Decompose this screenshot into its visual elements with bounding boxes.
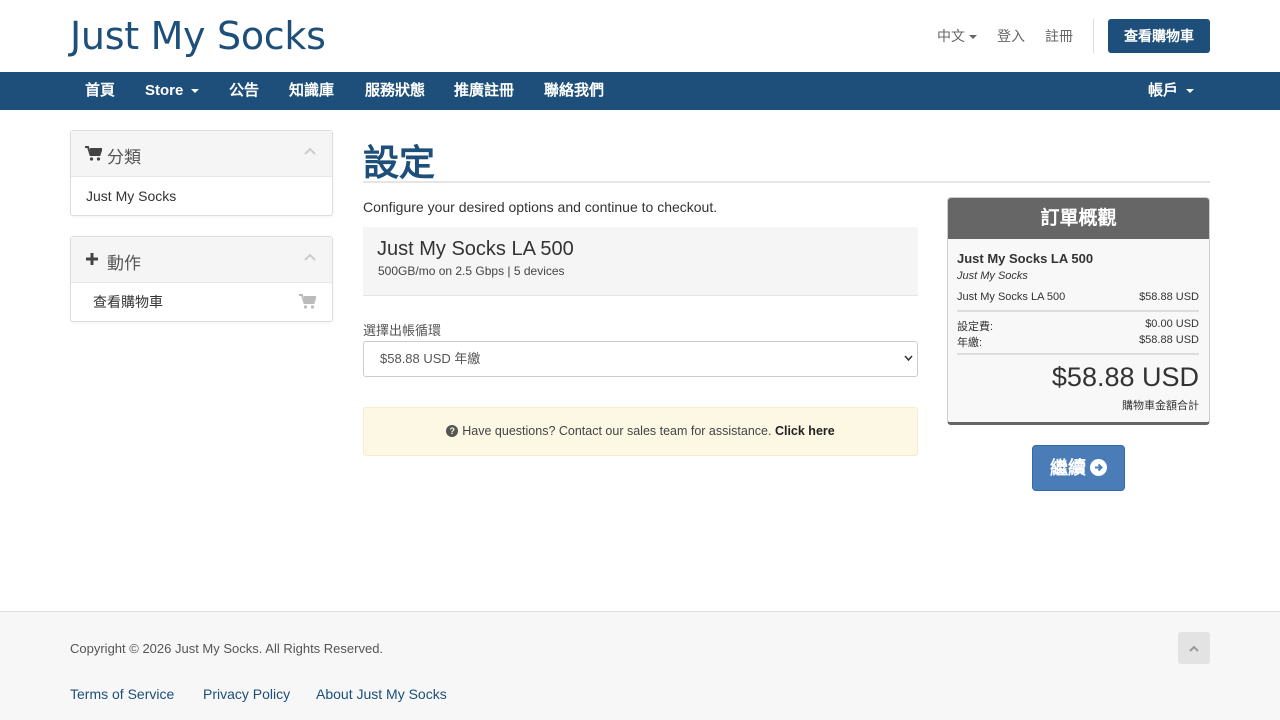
nav-store-label: Store [145, 82, 184, 99]
divider [1093, 19, 1094, 53]
nav-home[interactable]: 首頁 [85, 72, 115, 110]
order-summary-title: 訂單概觀 [948, 198, 1209, 239]
nav-knowledgebase[interactable]: 知識庫 [289, 72, 334, 110]
caret-down-icon [191, 89, 200, 94]
billing-cycle-value: $58.88 USD 年繳 [380, 351, 481, 366]
contact-sales-link[interactable]: Click here [775, 424, 835, 438]
back-to-top-button[interactable] [1178, 632, 1210, 664]
product-name: Just My Socks LA 500 [377, 238, 574, 260]
categories-panel: 分類 Just My Socks [70, 130, 333, 216]
summary-divider [957, 310, 1199, 312]
intro-text: Configure your desired options and conti… [363, 199, 718, 215]
billing-cycle-label: 選擇出帳循環 [363, 323, 442, 338]
view-cart-button[interactable]: 查看購物車 [1108, 19, 1210, 53]
chevron-up-icon[interactable] [304, 147, 316, 155]
sales-notice: ? Have questions? Contact our sales team … [363, 407, 918, 456]
header: Just My Socks 中文 登入 註冊 查看購物車 [0, 0, 1280, 72]
line-item-label: Just My Socks LA 500 [957, 291, 1066, 303]
language-label: 中文 [937, 28, 965, 44]
about-link[interactable]: About Just My Socks [316, 686, 447, 702]
annual-label: 年繳: [957, 337, 983, 349]
setup-fee-label: 設定費: [957, 321, 994, 333]
notice-text: Have questions? Contact our sales team f… [462, 424, 772, 438]
summary-product-group: Just My Socks [957, 270, 1028, 282]
title-divider [363, 181, 1210, 183]
actions-panel-header[interactable]: 動作 [71, 237, 332, 283]
nav-affiliates[interactable]: 推廣註冊 [454, 72, 514, 110]
chevron-up-icon [1189, 645, 1199, 652]
footer: Copyright © 2026 Just My Socks. All Righ… [0, 611, 1280, 720]
chevron-down-icon [904, 355, 913, 362]
summary-setup-fee: 設定費: $0.00 USD [957, 318, 1199, 334]
summary-total-label: 購物車金額合計 [1122, 400, 1199, 412]
actions-panel: 動作 查看購物車 [70, 236, 333, 322]
nav-contact[interactable]: 聯絡我們 [544, 72, 604, 110]
register-link[interactable]: 註冊 [1045, 26, 1073, 46]
categories-panel-title: 分類 [107, 148, 141, 167]
copyright-text: Copyright © 2026 Just My Socks. All Righ… [70, 641, 384, 656]
chevron-up-icon[interactable] [304, 253, 316, 261]
shopping-cart-icon [85, 146, 102, 161]
top-links: 中文 登入 註冊 查看購物車 [937, 19, 1210, 53]
continue-button[interactable]: 繼續 [1032, 445, 1125, 491]
actions-panel-title: 動作 [107, 254, 141, 273]
question-circle-icon: ? [446, 424, 459, 437]
page-title: 設定 [363, 142, 436, 183]
nav-account[interactable]: 帳戶 [1148, 72, 1195, 110]
summary-line-item: Just My Socks LA 500 $58.88 USD [957, 291, 1199, 303]
nav-account-label: 帳戶 [1148, 82, 1179, 99]
terms-of-service-link[interactable]: Terms of Service [70, 686, 174, 702]
product-info-box: Just My Socks LA 500 500GB/mo on 2.5 Gbp… [363, 227, 918, 296]
caret-down-icon [1186, 89, 1195, 94]
summary-divider [957, 353, 1199, 355]
plus-icon [86, 253, 98, 265]
nav-announcements[interactable]: 公告 [229, 72, 259, 110]
order-summary: 訂單概觀 Just My Socks LA 500 Just My Socks … [947, 197, 1210, 425]
category-item-just-my-socks[interactable]: Just My Socks [71, 177, 332, 215]
summary-total: $58.88 USD [1051, 362, 1199, 392]
line-item-price: $58.88 USD [1139, 291, 1199, 303]
product-description: 500GB/mo on 2.5 Gbps | 5 devices [378, 264, 565, 278]
language-dropdown[interactable]: 中文 [937, 26, 977, 46]
nav-store[interactable]: Store [145, 72, 200, 110]
setup-fee-price: $0.00 USD [1145, 318, 1199, 330]
caret-down-icon [969, 35, 977, 40]
annual-price: $58.88 USD [1139, 334, 1199, 346]
site-logo[interactable]: Just My Socks [70, 14, 326, 58]
summary-annual: 年繳: $58.88 USD [957, 334, 1199, 350]
summary-product-name: Just My Socks LA 500 [957, 251, 1094, 266]
action-view-cart-label: 查看購物車 [93, 294, 163, 310]
login-link[interactable]: 登入 [997, 26, 1025, 46]
privacy-policy-link[interactable]: Privacy Policy [203, 686, 290, 702]
main-navbar: 首頁 Store 公告 知識庫 服務狀態 推廣註冊 聯絡我們 帳戶 [0, 72, 1280, 110]
categories-panel-header[interactable]: 分類 [71, 131, 332, 177]
arrow-circle-right-icon [1090, 458, 1107, 476]
action-view-cart[interactable]: 查看購物車 [71, 283, 332, 321]
shopping-cart-icon [299, 294, 316, 309]
continue-label: 繼續 [1050, 458, 1086, 478]
nav-service-status[interactable]: 服務狀態 [365, 72, 425, 110]
billing-cycle-select[interactable]: $58.88 USD 年繳 [363, 341, 918, 377]
